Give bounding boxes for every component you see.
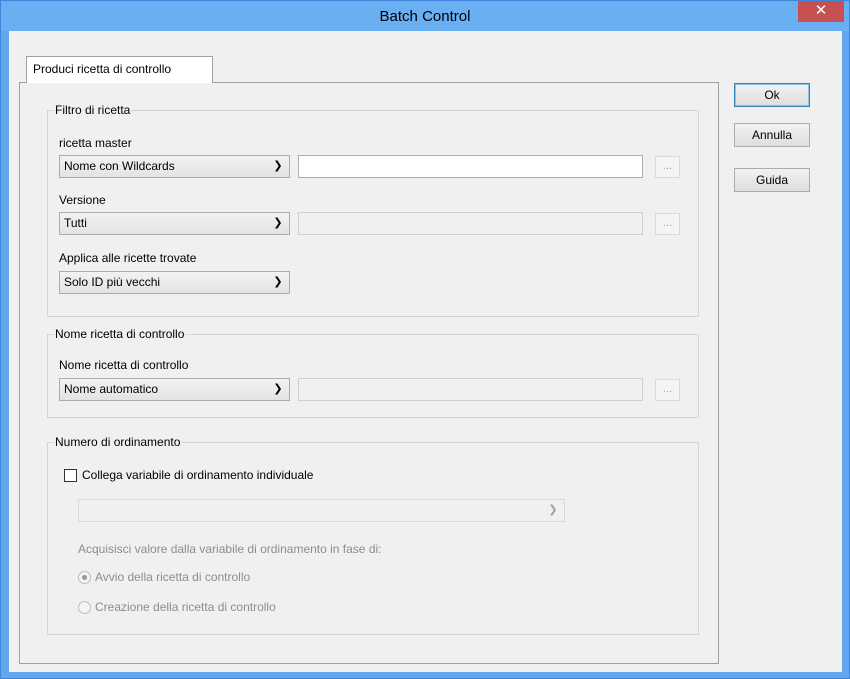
radio-start-label: Avvio della ricetta di controllo — [95, 570, 251, 584]
link-variable-label[interactable]: Collega variabile di ordinamento individ… — [82, 467, 313, 483]
version-label: Versione — [59, 193, 106, 207]
control-name-group-title: Nome ricetta di controllo — [54, 326, 186, 342]
window-title: Batch Control — [379, 8, 471, 25]
link-variable-checkbox[interactable] — [64, 469, 77, 482]
close-button[interactable]: ✕ — [798, 1, 844, 22]
tab-panel: Filtro di ricetta ricetta master Nome co… — [19, 82, 719, 664]
order-group: Numero di ordinamento Collega variabile … — [47, 434, 699, 635]
apply-label: Applica alle ricette trovate — [59, 251, 197, 265]
master-browse-button[interactable]: ... — [655, 156, 680, 178]
control-name-group: Nome ricetta di controllo Nome ricetta d… — [47, 326, 699, 418]
title-bar[interactable]: Batch Control ✕ — [1, 1, 849, 31]
help-button[interactable]: Guida — [734, 168, 810, 192]
chevron-down-icon: ❯ — [273, 383, 283, 395]
dialog-client-area: Produci ricetta di controllo Filtro di r… — [9, 31, 842, 672]
version-select[interactable]: Tutti ❯ — [59, 212, 290, 235]
apply-select-value: Solo ID più vecchi — [64, 275, 161, 289]
chevron-down-icon: ❯ — [273, 217, 283, 229]
cancel-button[interactable]: Annulla — [734, 123, 810, 147]
ok-button[interactable]: Ok — [734, 83, 810, 107]
radio-create — [78, 601, 91, 614]
version-select-value: Tutti — [64, 216, 87, 230]
radio-start-dot — [82, 575, 87, 580]
filter-group-title: Filtro di ricetta — [54, 102, 132, 118]
chevron-down-icon: ❯ — [548, 504, 558, 516]
master-text-input[interactable] — [298, 155, 643, 178]
control-name-select[interactable]: Nome automatico ❯ — [59, 378, 290, 401]
apply-select[interactable]: Solo ID più vecchi ❯ — [59, 271, 290, 294]
master-label: ricetta master — [59, 136, 132, 150]
filter-group: Filtro di ricetta ricetta master Nome co… — [47, 102, 699, 317]
control-name-select-value: Nome automatico — [64, 382, 159, 396]
radio-start — [78, 571, 91, 584]
radio-create-label: Creazione della ricetta di controllo — [95, 600, 276, 614]
tab-produci-ricetta[interactable]: Produci ricetta di controllo — [26, 56, 213, 83]
version-text-input — [298, 212, 643, 235]
chevron-down-icon: ❯ — [273, 160, 283, 172]
version-browse-button: ... — [655, 213, 680, 235]
control-name-label: Nome ricetta di controllo — [59, 358, 189, 372]
control-name-browse-button: ... — [655, 379, 680, 401]
master-select-value: Nome con Wildcards — [64, 159, 175, 173]
close-icon: ✕ — [814, 2, 828, 19]
order-group-title: Numero di ordinamento — [54, 434, 182, 450]
master-select[interactable]: Nome con Wildcards ❯ — [59, 155, 290, 178]
dialog-window: Batch Control ✕ Produci ricetta di contr… — [0, 0, 850, 679]
order-variable-select: ❯ — [78, 499, 565, 522]
control-name-text-input — [298, 378, 643, 401]
acquire-label: Acquisisci valore dalla variabile di ord… — [78, 542, 382, 556]
chevron-down-icon: ❯ — [273, 276, 283, 288]
